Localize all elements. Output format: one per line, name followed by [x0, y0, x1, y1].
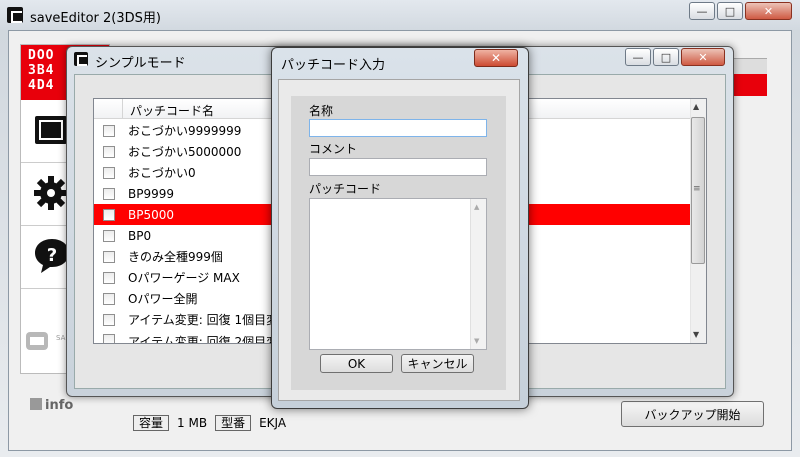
device-icon	[33, 112, 69, 151]
row-checkbox[interactable]	[103, 229, 115, 242]
row-checkbox[interactable]	[103, 145, 115, 158]
simple-mode-maximize-button[interactable]: □	[653, 48, 679, 66]
app-icon	[7, 7, 23, 23]
scroll-down-icon[interactable]: ▼	[693, 330, 699, 339]
row-checkbox[interactable]	[103, 208, 115, 221]
simple-mode-title: シンプルモード	[95, 56, 186, 71]
row-checkbox[interactable]	[103, 250, 115, 263]
row-label: きのみ全種999個	[128, 250, 223, 264]
simple-mode-minimize-button[interactable]: —	[625, 48, 651, 66]
scroll-up-icon[interactable]: ▲	[693, 102, 699, 111]
simple-mode-close-button[interactable]: ✕	[681, 48, 725, 66]
window-title: saveEditor 2(3DS用)	[30, 11, 161, 26]
row-checkbox[interactable]	[103, 124, 115, 137]
row-label: Oパワーゲージ MAX	[128, 271, 240, 285]
model-label: 型番	[215, 415, 252, 431]
dialog-close-button[interactable]: ✕	[474, 49, 518, 67]
capacity-label: 容量	[133, 415, 170, 431]
column-header-name: パッチコード名	[130, 104, 215, 118]
textarea-scroll-up-icon[interactable]: ▲	[474, 203, 479, 211]
row-label: BP5000	[128, 207, 175, 222]
row-checkbox[interactable]	[103, 187, 115, 200]
status-bar: 容量 1 MB 型番 EKJA	[133, 415, 286, 431]
capacity-value: 1 MB	[177, 416, 208, 430]
model-value: EKJA	[259, 416, 287, 430]
maximize-button[interactable]: □	[717, 2, 743, 20]
row-checkbox[interactable]	[103, 166, 115, 179]
info-icon	[30, 398, 42, 410]
ok-button[interactable]: OK	[320, 354, 393, 373]
comment-label: コメント	[309, 142, 358, 156]
close-button[interactable]: ✕	[745, 2, 792, 20]
row-label: おこづかい5000000	[128, 145, 242, 159]
row-checkbox[interactable]	[103, 292, 115, 305]
row-checkbox[interactable]	[103, 334, 115, 343]
row-label: アイテム変更: 回復 1個目変更	[128, 313, 291, 327]
svg-text:?: ?	[47, 245, 57, 266]
row-label: おこづかい9999999	[128, 124, 242, 138]
row-label: BP0	[128, 228, 152, 243]
textarea-scroll-down-icon[interactable]: ▼	[474, 337, 479, 345]
gear-icon	[33, 173, 69, 216]
header-separator	[122, 99, 123, 119]
minimize-button[interactable]: —	[689, 2, 715, 20]
info-label: info	[45, 398, 74, 413]
row-checkbox[interactable]	[103, 271, 115, 284]
backup-start-button[interactable]: バックアップ開始	[621, 401, 764, 427]
textarea-scrollbar[interactable]	[470, 199, 486, 349]
name-label: 名称	[309, 104, 334, 118]
row-label: おこづかい0	[128, 166, 196, 180]
dialog-title: パッチコード入力	[281, 58, 386, 73]
small-logo-icon	[26, 330, 56, 352]
row-label: Oパワー全開	[128, 292, 198, 306]
cancel-button[interactable]: キャンセル	[401, 354, 474, 373]
name-input[interactable]	[309, 119, 487, 137]
small-logo-text: SA	[56, 334, 66, 342]
row-checkbox[interactable]	[103, 313, 115, 326]
simple-mode-app-icon	[74, 52, 88, 66]
row-label: BP9999	[128, 186, 175, 201]
patch-code-label: パッチコード	[309, 182, 382, 196]
scroll-grip-icon: ≡	[693, 184, 701, 194]
patch-code-textarea[interactable]	[309, 198, 487, 350]
row-label: アイテム変更: 回復 2個目変更	[128, 335, 291, 343]
comment-input[interactable]	[309, 158, 487, 176]
